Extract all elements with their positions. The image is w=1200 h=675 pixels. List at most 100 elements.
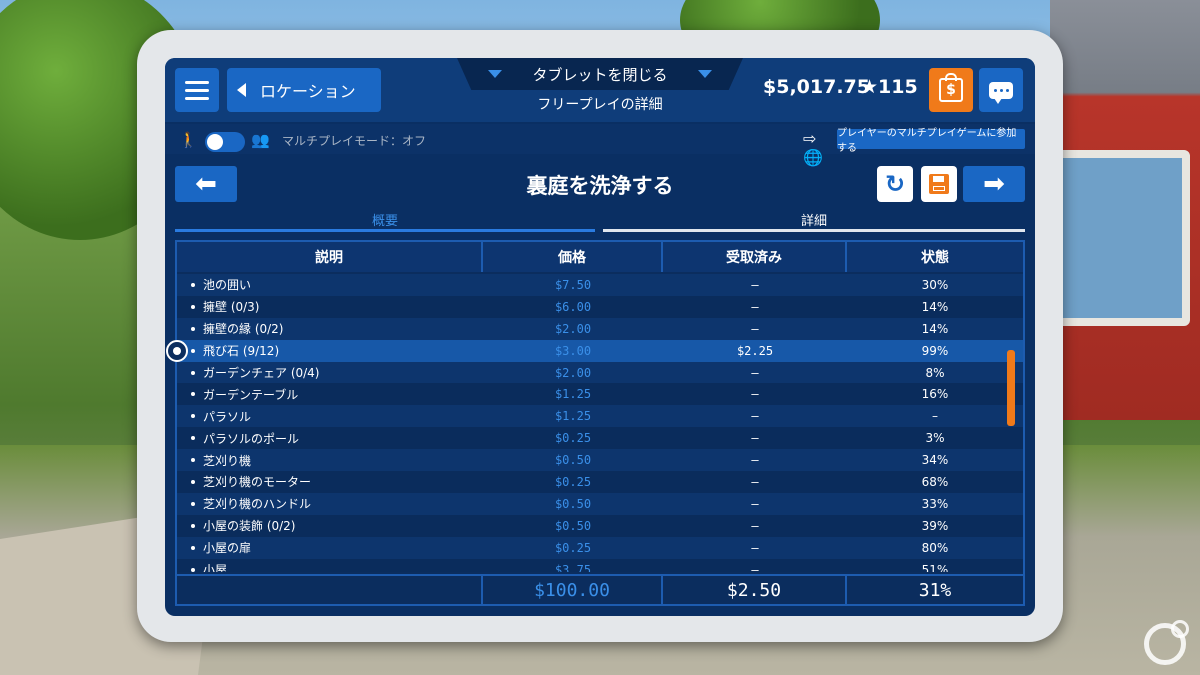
- bullet-icon: [191, 458, 195, 463]
- table-row[interactable]: 小屋の装飾 (0/2) $0.50 – 39%: [177, 514, 1023, 537]
- row-status: 3%: [925, 431, 945, 446]
- chat-button[interactable]: [979, 68, 1023, 112]
- chevron-down-icon: [697, 70, 712, 78]
- multiplayer-bar: 🚶 👥 マルチプレイモード：オフ ⇨🌐 プレイヤーのマルチプレイゲームに参加する: [165, 124, 1035, 167]
- row-price: $7.50: [554, 277, 592, 292]
- menu-icon-line: [185, 96, 209, 100]
- close-tablet-button[interactable]: タブレットを閉じる: [457, 58, 743, 90]
- shop-button[interactable]: $: [929, 68, 973, 112]
- row-price: $0.50: [554, 453, 592, 468]
- back-triangle-icon: [237, 83, 246, 97]
- background-window: [1054, 150, 1190, 326]
- row-description-text: ガーデンテーブル: [203, 387, 299, 402]
- row-status: –: [932, 409, 938, 424]
- bullet-icon: [191, 479, 195, 484]
- row-received: –: [751, 540, 759, 555]
- row-price: $6.00: [554, 299, 592, 314]
- row-description: 小屋の装飾 (0/2): [177, 515, 483, 537]
- previous-job-button[interactable]: ⬅: [175, 166, 237, 202]
- table-scrollbar[interactable]: [1007, 350, 1015, 426]
- tab-details[interactable]: 詳細: [603, 210, 1025, 232]
- bullet-icon: [191, 523, 195, 528]
- row-status: 16%: [921, 387, 949, 402]
- join-multiplayer-button[interactable]: プレイヤーのマルチプレイゲームに参加する: [837, 128, 1025, 154]
- bullet-icon: [191, 545, 195, 550]
- table-row[interactable]: 小屋 $3.75 – 51%: [177, 558, 1023, 572]
- row-description: 擁壁 (0/3): [177, 296, 483, 318]
- bullet-icon: [191, 282, 195, 287]
- menu-icon-line: [185, 80, 209, 84]
- table-row[interactable]: 擁壁の縁 (0/2) $2.00 – 14%: [177, 317, 1023, 340]
- arrow-left-icon: ⬅: [195, 169, 217, 199]
- table-row[interactable]: ガーデンチェア (0/4) $2.00 – 8%: [177, 361, 1023, 384]
- table-row[interactable]: パラソルのポール $0.25 – 3%: [177, 427, 1023, 450]
- tab-overview[interactable]: 概要: [175, 210, 595, 232]
- row-status: 30%: [921, 277, 949, 292]
- total-received: $2.50: [663, 576, 847, 604]
- chat-bubble-icon: [989, 81, 1013, 104]
- row-price: $0.50: [554, 518, 592, 533]
- top-bar: ロケーション タブレットを閉じる フリープレイの詳細 $5,017.75 ★11…: [165, 58, 1035, 122]
- row-price: $1.25: [554, 387, 592, 402]
- column-header-price: 価格: [483, 242, 663, 272]
- row-description-text: パラソルのポール: [203, 431, 300, 446]
- next-job-button[interactable]: ➡: [963, 166, 1025, 202]
- row-description: 芝刈り機のモーター: [177, 471, 483, 493]
- row-status: 8%: [925, 365, 945, 380]
- table-row[interactable]: 小屋の扉 $0.25 – 80%: [177, 536, 1023, 559]
- bullet-icon: [191, 304, 195, 309]
- gamer-logo-icon: [1144, 620, 1189, 665]
- row-description-text: 池の囲い: [203, 278, 252, 293]
- row-received: $2.25: [736, 343, 774, 358]
- bullet-icon: [191, 414, 195, 419]
- row-description-text: 小屋の扉: [203, 541, 252, 556]
- table-body[interactable]: 池の囲い $7.50–30% 擁壁 (0/3) $6.00–14% 擁壁の縁 (0/2)…: [177, 274, 1023, 572]
- page-subtitle: フリープレイの詳細: [537, 97, 663, 113]
- row-description: 芝刈り機: [177, 449, 483, 471]
- location-label: ロケーション: [260, 82, 356, 101]
- stars-display: ★115: [861, 76, 918, 98]
- row-description-text: ガーデンチェア (0/4): [203, 366, 320, 380]
- floppy-disk-icon: [929, 174, 949, 194]
- row-received: –: [751, 453, 759, 468]
- row-description: 飛び石 (9/12): [177, 340, 483, 362]
- row-received: –: [751, 387, 759, 402]
- job-title: 裏庭を洗浄する: [526, 174, 674, 198]
- row-description: 小屋の扉: [177, 537, 483, 559]
- row-description-text: 芝刈り機のモーター: [203, 475, 312, 490]
- row-description-text: 小屋: [203, 563, 228, 572]
- row-price: $2.00: [554, 365, 592, 380]
- hamburger-menu-button[interactable]: [175, 68, 219, 112]
- row-received: –: [751, 474, 759, 489]
- table-row[interactable]: 芝刈り機のモーター $0.25 – 68%: [177, 471, 1023, 493]
- row-received: –: [751, 277, 759, 292]
- refresh-button[interactable]: ↻: [877, 166, 913, 202]
- table-row[interactable]: 池の囲い $7.50 – 30%: [177, 274, 1023, 296]
- bullet-icon: [191, 501, 195, 506]
- row-description: パラソル: [177, 405, 483, 427]
- row-price: $3.75: [554, 562, 592, 572]
- save-button[interactable]: [921, 166, 957, 202]
- row-received: –: [751, 518, 759, 533]
- column-header-description: 説明: [177, 242, 483, 272]
- tablet-screen: ロケーション タブレットを閉じる フリープレイの詳細 $5,017.75 ★11…: [165, 58, 1035, 616]
- total-status: 31%: [918, 579, 952, 601]
- details-table: 説明 価格 受取済み 状態 池の囲い $7.50 – 30% 擁壁 (0/3) $6.00…: [175, 240, 1025, 606]
- multiplayer-toggle[interactable]: [205, 132, 245, 152]
- table-row[interactable]: パラソル $1.25 – –: [177, 405, 1023, 428]
- row-status: 33%: [921, 496, 949, 511]
- row-status: 99%: [921, 343, 949, 358]
- table-row[interactable]: ガーデンテーブル $1.25 – 16%: [177, 383, 1023, 406]
- row-description-text: 芝刈り機のハンドル: [203, 497, 312, 512]
- row-received: –: [751, 321, 759, 336]
- bullet-icon: [191, 348, 195, 353]
- table-row[interactable]: 擁壁 (0/3) $6.00 – 14%: [177, 295, 1023, 318]
- row-price: $0.25: [554, 431, 592, 446]
- table-row[interactable]: 飛び石 (9/12) $3.00 $2.25 99%: [177, 339, 1023, 362]
- row-status: 14%: [921, 321, 949, 336]
- table-row[interactable]: 芝刈り機のハンドル $0.50 – 33%: [177, 492, 1023, 515]
- table-row[interactable]: 芝刈り機 $0.50 – 34%: [177, 449, 1023, 472]
- refresh-icon: ↻: [884, 170, 906, 198]
- bullet-icon: [191, 392, 195, 397]
- location-button[interactable]: ロケーション: [227, 68, 381, 112]
